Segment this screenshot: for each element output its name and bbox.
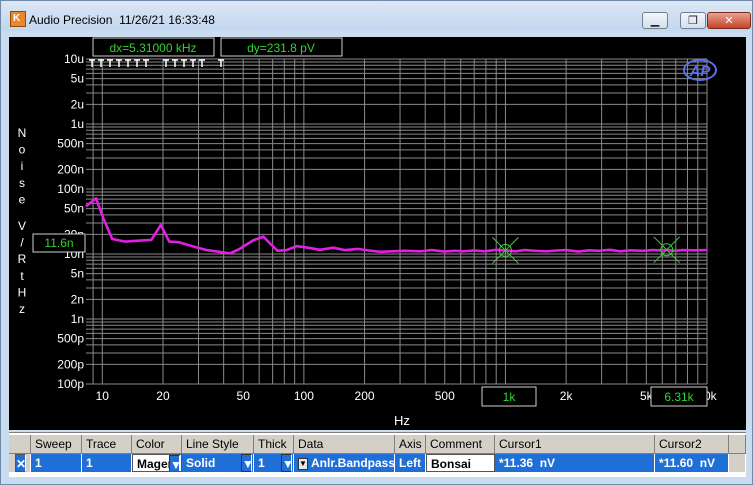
chevron-down-icon[interactable]: ▼ <box>281 454 292 472</box>
chevron-down-icon[interactable]: ▼ <box>298 457 308 470</box>
col-header-trace[interactable]: Trace <box>82 435 132 454</box>
restore-button[interactable]: ❐ <box>680 12 706 29</box>
cursor2-x-readout: 6.31k <box>664 390 694 404</box>
thick-select[interactable]: 1▼ <box>254 454 294 472</box>
cell-axis[interactable]: Left <box>395 454 426 472</box>
cursor1-y-readout: 11.6n <box>44 236 73 250</box>
close-button[interactable]: ✕ <box>707 12 751 29</box>
y-tick-label: 2u <box>71 97 84 111</box>
y-tick-label: 10u <box>64 52 84 66</box>
y-axis-label-char: i <box>21 159 24 173</box>
cell-data-value: Anlr.Bandpass <box>311 456 395 470</box>
application-window: K Audio Precision 11/26/21 16:33:48 ▁ ❐ … <box>0 0 753 485</box>
col-header-cursor1[interactable]: Cursor1 <box>495 435 655 454</box>
cell-trace[interactable]: 1 <box>82 454 132 472</box>
y-tick-label: 100n <box>57 182 84 196</box>
col-header-data[interactable]: Data <box>294 435 395 454</box>
row-enable-checkbox[interactable]: ✕ <box>15 454 26 472</box>
y-axis-label-char: e <box>19 192 26 206</box>
line-style-select[interactable]: Solid ▼ <box>182 454 254 472</box>
color-select[interactable]: Mager▼ <box>132 454 182 472</box>
y-tick-label: 500p <box>57 332 84 346</box>
y-axis-label-char: o <box>19 143 26 157</box>
legend-header-row: Sweep Trace Color Line Style Thick Data … <box>9 435 746 454</box>
color-select-value: Mager <box>137 457 173 471</box>
x-axis-label: Hz <box>394 413 410 428</box>
x-tick-label: 50 <box>237 389 251 403</box>
thick-value: 1 <box>258 456 265 470</box>
window-title: Audio Precision 11/26/21 16:33:48 <box>29 13 215 27</box>
y-tick-label: 50n <box>64 202 84 216</box>
chevron-down-icon[interactable]: ▼ <box>169 455 180 471</box>
legend-data-row[interactable]: ✕ 1 1 Mager▼ Solid▼ 1▼ ▼Anlr.Bandpass Le… <box>9 454 746 472</box>
cell-data[interactable]: ▼ Anlr.Bandpass <box>294 454 395 472</box>
col-header-color[interactable]: Color <box>132 435 182 454</box>
y-tick-label: 500n <box>57 137 84 151</box>
y-axis-label-char: H <box>18 285 27 299</box>
x-tick-label: 10 <box>96 389 110 403</box>
y-tick-label: 1n <box>71 312 84 326</box>
legend-corner <box>9 435 31 454</box>
window-timestamp: 11/26/21 16:33:48 <box>119 13 215 27</box>
y-axis-label-char: s <box>19 176 25 190</box>
sweep-markers <box>89 59 224 67</box>
restore-icon: ❐ <box>688 14 698 27</box>
svg-text:AP: AP <box>689 63 712 80</box>
grid <box>86 58 708 385</box>
title-bar[interactable]: K Audio Precision 11/26/21 16:33:48 ▁ ❐ … <box>1 1 752 31</box>
y-axis-label-char: t <box>20 269 24 283</box>
col-header-axis[interactable]: Axis <box>395 435 426 454</box>
y-axis-label-char: / <box>20 236 24 250</box>
cell-cursor2[interactable]: *11.60 nV <box>655 454 729 472</box>
cell-sweep[interactable]: 1 <box>31 454 82 472</box>
col-header-sweep[interactable]: Sweep <box>31 435 82 454</box>
col-header-line-style[interactable]: Line Style <box>182 435 254 454</box>
trace-line <box>85 197 708 255</box>
minimize-icon: ▁ <box>650 14 660 27</box>
y-axis-label-char: N <box>18 126 27 140</box>
graph-panel[interactable]: 1020501002005001k2k5k10k 10u5u2u1u500n20… <box>9 37 746 430</box>
y-tick-label: 5u <box>71 72 84 86</box>
x-tick-label: 100 <box>294 389 314 403</box>
x-axis-ticks: 1020501002005001k2k5k10k <box>96 389 718 403</box>
y-axis-label-char: R <box>18 252 27 266</box>
x-tick-label: 20 <box>156 389 170 403</box>
y-tick-label: 100p <box>57 377 84 391</box>
close-icon: ✕ <box>724 14 734 27</box>
col-header-cursor2[interactable]: Cursor2 <box>655 435 729 454</box>
y-tick-label: 200n <box>57 162 84 176</box>
y-tick-label: 2n <box>71 292 84 306</box>
y-axis-label: NoiseV / RtHz <box>18 126 27 316</box>
y-axis-label-char: z <box>19 302 25 316</box>
legend-row-filler <box>729 454 746 472</box>
x-tick-label: 2k <box>560 389 574 403</box>
ap-logo: AP <box>683 59 717 81</box>
y-axis-label-char: V <box>18 219 26 233</box>
legend-header-filler <box>729 435 746 454</box>
minimize-button[interactable]: ▁ <box>642 12 668 29</box>
audio-precision-app-icon[interactable]: K <box>10 11 26 27</box>
col-header-thick[interactable]: Thick <box>254 435 294 454</box>
x-tick-label: 500 <box>435 389 455 403</box>
y-axis-ticks: 10u5u2u1u500n200n100n50n20n10n5n2n1n500p… <box>57 52 84 391</box>
row-enable-cell[interactable]: ✕ <box>9 454 31 472</box>
chevron-down-icon[interactable]: ▼ <box>241 454 252 472</box>
x-tick-label: 200 <box>355 389 375 403</box>
dx-readout: dx=5.31000 kHz <box>109 41 196 55</box>
noise-spectrum-chart[interactable]: 1020501002005001k2k5k10k 10u5u2u1u500n20… <box>9 37 746 430</box>
app-name: Audio Precision <box>29 13 113 27</box>
col-header-comment[interactable]: Comment <box>426 435 495 454</box>
y-tick-label: 5n <box>71 267 84 281</box>
comment-field[interactable]: Bonsai <box>426 454 495 472</box>
cell-cursor1[interactable]: *11.36 nV <box>495 454 655 472</box>
dy-readout: dy=231.8 pV <box>247 41 315 55</box>
sweep-legend-table[interactable]: Sweep Trace Color Line Style Thick Data … <box>9 432 746 477</box>
y-tick-label: 1u <box>71 117 84 131</box>
line-style-value: Solid <box>186 456 216 470</box>
y-tick-label: 200p <box>57 357 84 371</box>
cursor1-x-readout: 1k <box>503 390 517 404</box>
